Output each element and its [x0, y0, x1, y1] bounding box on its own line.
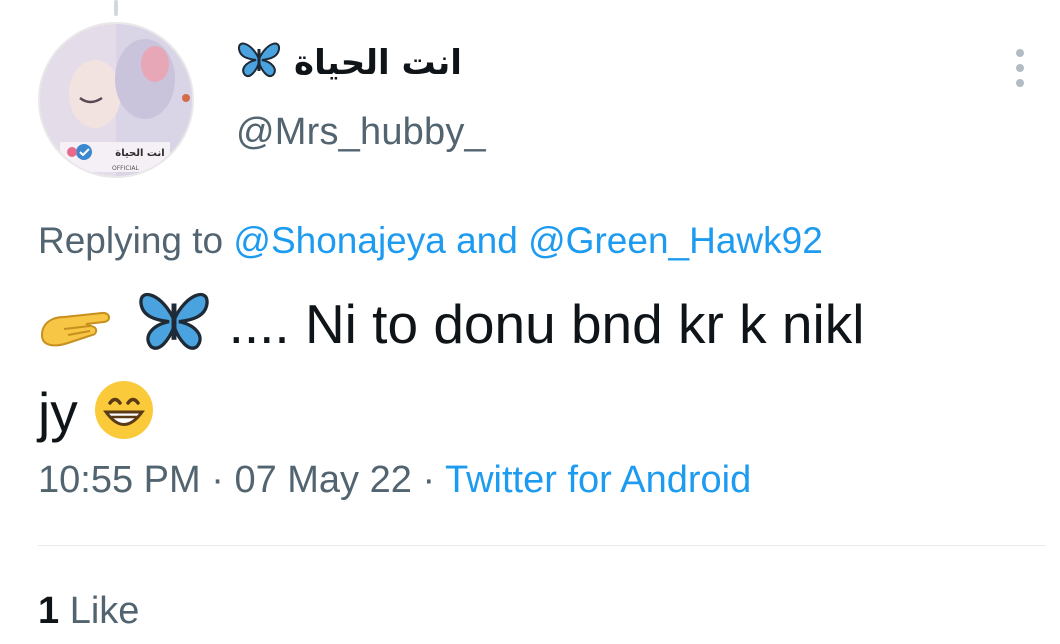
more-dot-icon: [1016, 79, 1024, 87]
meta-separator: ·: [422, 459, 436, 501]
tweet-date[interactable]: 07 May 22: [234, 459, 411, 501]
tweet-text-line-1: .... Ni to donu bnd kr k nikl: [228, 293, 865, 355]
author-display-name: انت الحياة: [294, 43, 462, 83]
avatar-badge-text: OFFICIAL: [112, 165, 139, 172]
likes-count: 1: [38, 590, 60, 632]
avatar[interactable]: انت الحياة OFFICIAL: [38, 22, 194, 178]
likes-link[interactable]: 1 Like: [38, 590, 139, 633]
author-display-name-row[interactable]: انت الحياة: [236, 38, 462, 88]
thread-connector-line: [114, 0, 118, 16]
replying-to-line: Replying to @Shonajeya and @Green_Hawk92: [38, 220, 823, 262]
likes-label: Like: [69, 590, 140, 632]
pointing-hand-icon: [38, 293, 135, 355]
divider: [38, 545, 1046, 546]
avatar-text: انت الحياة: [115, 148, 164, 159]
grinning-face-icon: [93, 381, 155, 443]
butterfly-icon: [135, 292, 228, 355]
tweet-text-line-2: jy: [38, 381, 78, 443]
mention-link-shonajeya[interactable]: @Shonajeya: [233, 220, 445, 261]
more-dot-icon: [1016, 64, 1024, 72]
meta-separator: ·: [211, 459, 224, 501]
author-handle[interactable]: @Mrs_hubby_: [236, 111, 486, 154]
butterfly-icon: [236, 39, 282, 88]
mention-link-green-hawk[interactable]: @Green_Hawk92: [528, 220, 823, 261]
replying-prefix: Replying to: [38, 220, 224, 261]
tweet-text: .... Ni to donu bnd kr k nikl jy: [38, 280, 1028, 456]
tweet-metadata: 10:55 PM · 07 May 22 · Twitter for Andro…: [38, 459, 751, 502]
tweet-time[interactable]: 10:55 PM: [38, 459, 201, 501]
more-dot-icon: [1016, 49, 1024, 57]
more-options-button[interactable]: [1004, 46, 1036, 90]
tweet-source-link[interactable]: Twitter for Android: [445, 459, 751, 501]
replying-joiner[interactable]: and: [456, 220, 518, 261]
